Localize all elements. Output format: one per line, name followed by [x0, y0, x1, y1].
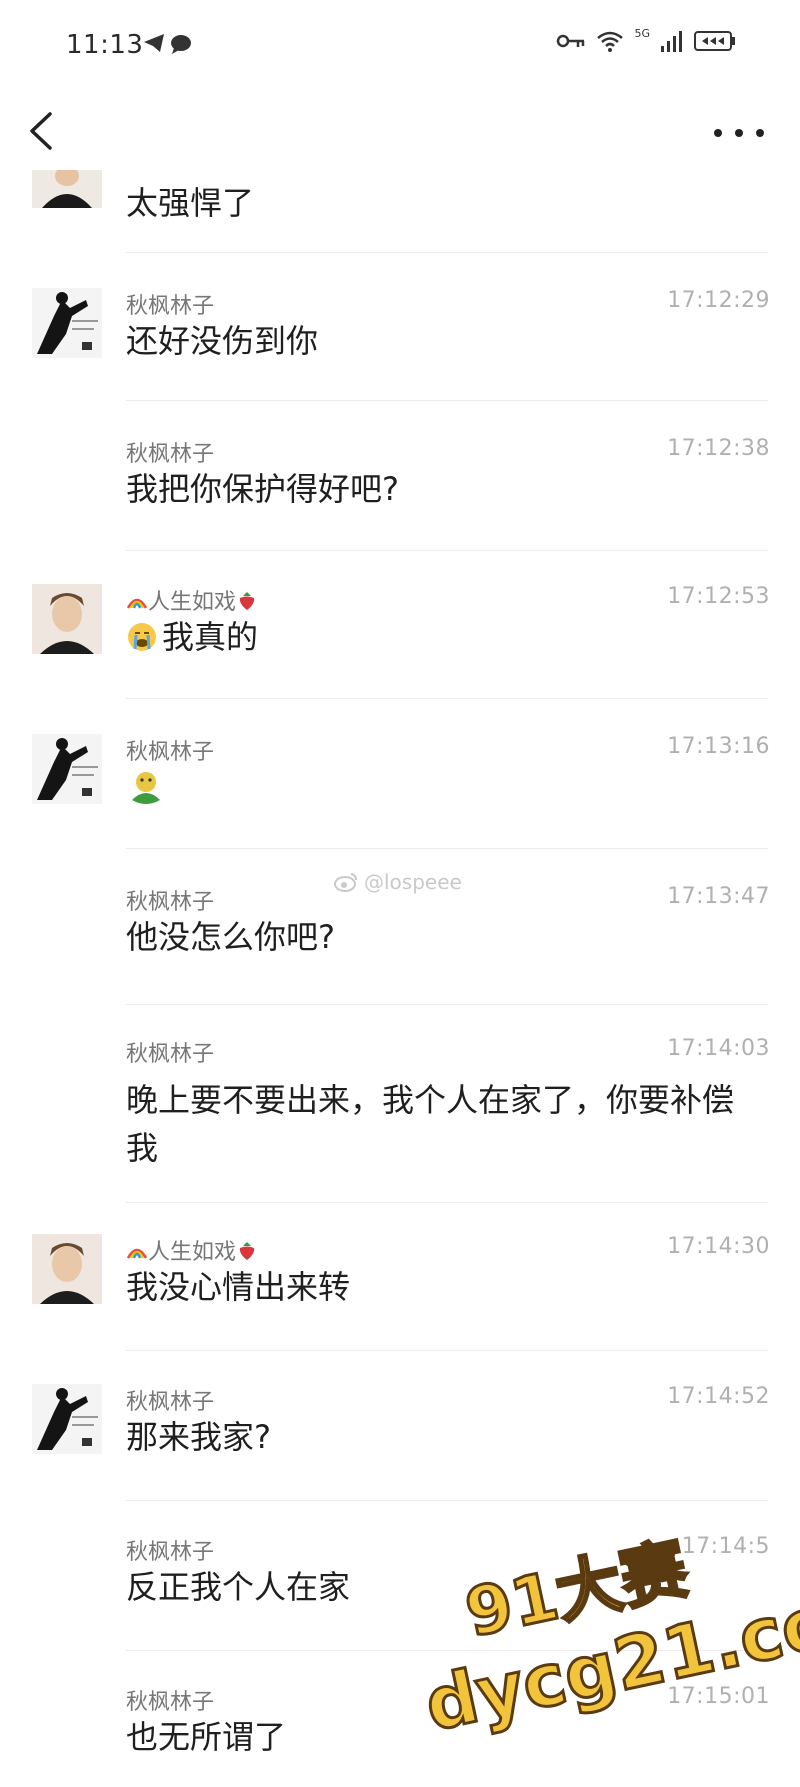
avatar[interactable]	[32, 288, 102, 358]
strawberry-icon	[239, 1242, 255, 1260]
rainbow-icon	[126, 1248, 148, 1259]
signal-icon	[661, 31, 682, 52]
message-time: 17:12:38	[667, 436, 770, 461]
crying-face-emoji	[128, 623, 156, 651]
message-time: 17:14:03	[667, 1036, 770, 1061]
message-text: 我没心情出来转	[126, 1268, 351, 1306]
divider	[126, 1500, 768, 1501]
avatar[interactable]	[32, 734, 102, 804]
chat-navbar	[0, 92, 800, 174]
chevron-left-icon[interactable]	[22, 106, 62, 156]
rainbow-icon	[126, 598, 148, 609]
divider	[126, 698, 768, 699]
message-time: 17:13:47	[667, 884, 770, 909]
wifi-icon	[597, 31, 624, 52]
message-text: 太强悍了	[126, 184, 255, 222]
avatar[interactable]	[32, 1234, 102, 1304]
divider	[126, 400, 768, 401]
message-text: 我把你保护得好吧?	[126, 470, 399, 508]
message-text: 我真的	[126, 614, 766, 660]
weibo-handle: @lospeee	[364, 870, 462, 894]
divider	[126, 1004, 768, 1005]
avatar[interactable]	[32, 1384, 102, 1454]
message-time: 17:14:52	[667, 1384, 770, 1409]
message-time: 17:14:30	[667, 1234, 770, 1259]
sender-name: 人生如戏	[126, 584, 258, 616]
divider	[126, 550, 768, 551]
strawberry-icon	[239, 592, 255, 610]
message-text: 晚上要不要出来，我个人在家了，你要补偿我	[126, 1081, 735, 1167]
sender-label: 人生如戏	[148, 1240, 237, 1265]
sender-name: 秋枫林子	[126, 442, 215, 467]
more-dots-icon[interactable]	[714, 118, 764, 148]
divider	[126, 252, 768, 253]
status-time: 11:13	[66, 30, 144, 60]
divider	[126, 1350, 768, 1351]
telegram-icon	[144, 34, 164, 52]
divider	[126, 848, 768, 849]
weibo-watermark: @lospeee	[334, 870, 462, 894]
message-content	[126, 768, 766, 820]
status-indicators: 5G	[556, 26, 736, 52]
sender-name: 人生如戏	[126, 1234, 258, 1266]
divider	[126, 1202, 768, 1203]
battery-icon	[694, 31, 735, 51]
message-time: 17:12:29	[667, 288, 770, 313]
vpn-key-icon	[557, 34, 585, 48]
avatar[interactable]	[32, 584, 102, 654]
sender-name: 秋枫林子	[126, 1540, 215, 1565]
sender-name: 秋枫林子	[126, 1690, 215, 1715]
sender-name: 秋枫林子	[126, 890, 215, 915]
sender-name: 秋枫林子	[126, 294, 215, 319]
message-bubble-icon	[171, 35, 191, 54]
broccoli-emoji	[132, 772, 160, 804]
weibo-icon	[334, 873, 357, 892]
message-text: 他没怎么你吧?	[126, 918, 335, 956]
message-text-label: 我真的	[162, 618, 259, 656]
message-text: 还好没伤到你	[126, 322, 319, 360]
message-time: 17:12:53	[667, 584, 770, 609]
sender-name: 秋枫林子	[126, 1390, 215, 1415]
message-time: 17:13:16	[667, 734, 770, 759]
sender-name: 秋枫林子	[126, 1042, 215, 1067]
message-text: 那来我家?	[126, 1418, 271, 1456]
sender-label: 人生如戏	[148, 590, 237, 615]
sender-name: 秋枫林子	[126, 740, 215, 765]
avatar[interactable]	[32, 170, 102, 208]
message-time: 17:14:5	[681, 1534, 770, 1559]
status-bar: 11:13 5G	[0, 0, 800, 92]
network-type: 5G	[634, 26, 650, 40]
